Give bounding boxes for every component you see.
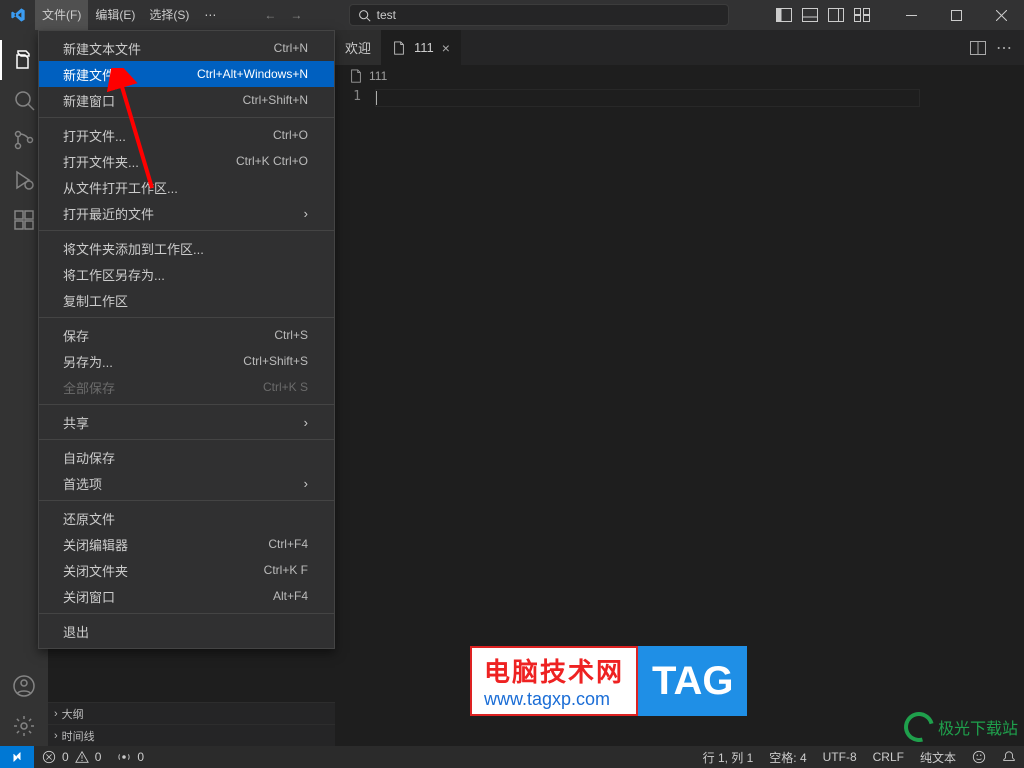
search-text: test (377, 8, 396, 22)
menu-item[interactable]: 新建窗口Ctrl+Shift+N (39, 87, 334, 113)
status-ports[interactable]: 0 (109, 750, 152, 764)
activity-settings[interactable] (0, 706, 48, 746)
window-minimize[interactable] (889, 0, 934, 30)
line-number: 1 (335, 87, 375, 746)
status-language[interactable]: 纯文本 (912, 749, 964, 766)
menu-item[interactable]: 新建文件...Ctrl+Alt+Windows+N (39, 61, 334, 87)
feedback-icon (972, 750, 986, 764)
warning-icon (75, 750, 89, 764)
menu-item[interactable]: 打开最近的文件› (39, 200, 334, 226)
file-menu-dropdown: 新建文本文件Ctrl+N新建文件...Ctrl+Alt+Windows+N新建窗… (38, 30, 335, 649)
search-icon (358, 9, 371, 22)
menu-item[interactable]: 退出 (39, 618, 334, 644)
status-indent[interactable]: 空格: 4 (761, 749, 814, 766)
window-close[interactable] (979, 0, 1024, 30)
radio-icon (117, 750, 131, 764)
status-feedback[interactable] (964, 749, 994, 766)
outline-section[interactable]: ›大纲 (48, 702, 335, 724)
menu-file[interactable]: 文件(F) (35, 0, 88, 30)
bell-icon (1002, 750, 1016, 764)
more-icon[interactable]: ⋯ (996, 38, 1012, 58)
status-encoding[interactable]: UTF-8 (815, 749, 865, 766)
timeline-section[interactable]: ›时间线 (48, 724, 335, 746)
window-maximize[interactable] (934, 0, 979, 30)
chevron-right-icon: › (54, 730, 58, 742)
menu-item[interactable]: 从文件打开工作区... (39, 174, 334, 200)
menu-item[interactable]: 打开文件...Ctrl+O (39, 122, 334, 148)
nav-back-icon[interactable]: ← (264, 8, 276, 22)
watermark-tagxp: 电脑技术网 www.tagxp.com TAG (470, 646, 747, 716)
command-center[interactable]: test (349, 4, 729, 26)
error-icon (42, 750, 56, 764)
menu-item[interactable]: 保存Ctrl+S (39, 322, 334, 348)
layout-sidebar-left-icon[interactable] (775, 6, 793, 24)
customize-layout-icon[interactable] (853, 6, 871, 24)
nav-forward-icon[interactable]: → (290, 8, 302, 22)
menu-item[interactable]: 关闭窗口Alt+F4 (39, 583, 334, 609)
breadcrumb[interactable]: 111 (335, 65, 1024, 87)
tab-111[interactable]: 111 × (382, 30, 461, 65)
menu-item[interactable]: 首选项› (39, 470, 334, 496)
menu-item[interactable]: 另存为...Ctrl+Shift+S (39, 348, 334, 374)
menu-overflow[interactable]: ⋯ (196, 0, 224, 30)
menu-item: 全部保存Ctrl+K S (39, 374, 334, 400)
status-eol[interactable]: CRLF (865, 749, 912, 766)
menu-item[interactable]: 自动保存 (39, 444, 334, 470)
watermark-aurora: 极光下载站 (904, 712, 1018, 742)
menu-item[interactable]: 复制工作区 (39, 287, 334, 313)
menu-item[interactable]: 将工作区另存为... (39, 261, 334, 287)
close-icon[interactable]: × (442, 40, 450, 56)
menu-item[interactable]: 共享› (39, 409, 334, 435)
status-problems[interactable]: 0 0 (34, 750, 109, 764)
chevron-right-icon: › (54, 708, 58, 720)
chevron-right-icon: › (304, 476, 308, 491)
menu-item[interactable]: 还原文件 (39, 505, 334, 531)
file-icon (349, 69, 363, 83)
menu-item[interactable]: 打开文件夹...Ctrl+K Ctrl+O (39, 148, 334, 174)
menu-edit[interactable]: 编辑(E) (88, 0, 142, 30)
chevron-right-icon: › (304, 415, 308, 430)
menu-item[interactable]: 新建文本文件Ctrl+N (39, 35, 334, 61)
tab-welcome[interactable]: 欢迎 (335, 30, 382, 65)
layout-panel-icon[interactable] (801, 6, 819, 24)
activity-account[interactable] (0, 666, 48, 706)
remote-indicator[interactable] (0, 746, 34, 768)
layout-sidebar-right-icon[interactable] (827, 6, 845, 24)
menu-select[interactable]: 选择(S) (142, 0, 196, 30)
file-icon (392, 41, 406, 55)
menu-item[interactable]: 将文件夹添加到工作区... (39, 235, 334, 261)
chevron-right-icon: › (304, 206, 308, 221)
split-editor-icon[interactable] (970, 41, 986, 55)
menu-item[interactable]: 关闭文件夹Ctrl+K F (39, 557, 334, 583)
vscode-logo (0, 7, 35, 23)
menu-item[interactable]: 关闭编辑器Ctrl+F4 (39, 531, 334, 557)
status-lncol[interactable]: 行 1, 列 1 (695, 749, 762, 766)
status-bell[interactable] (994, 749, 1024, 766)
